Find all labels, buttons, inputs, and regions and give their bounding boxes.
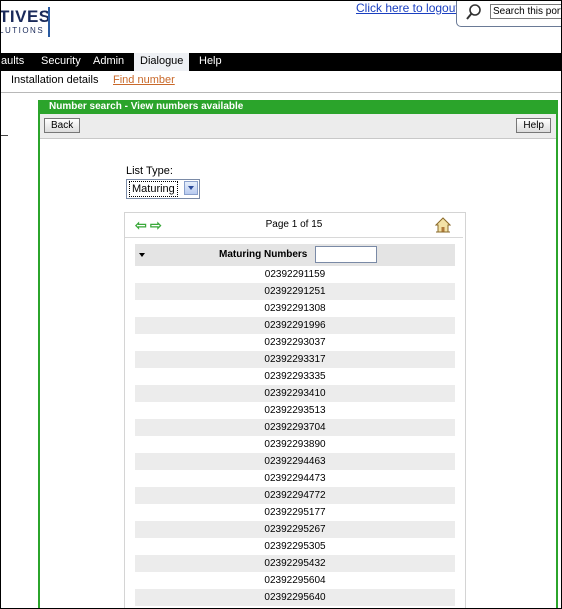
list-item[interactable]: 02392293335 [135, 368, 455, 385]
left-margin-mark [1, 135, 8, 136]
list-item[interactable]: 02392295177 [135, 504, 455, 521]
search-icon[interactable] [465, 3, 483, 21]
list-item[interactable]: 02392293410 [135, 385, 455, 402]
header: TIVES LUTIONS Click here to logout [1, 1, 561, 53]
list-item[interactable]: 02392295267 [135, 521, 455, 538]
logout-link[interactable]: Click here to logout [356, 1, 459, 15]
pager: ⇦ ⇨ Page 1 of 15 [125, 213, 463, 238]
list-item[interactable]: 02392293037 [135, 334, 455, 351]
list-item[interactable]: 02392293317 [135, 351, 455, 368]
brand-logo: TIVES [0, 7, 51, 26]
search-input[interactable] [490, 4, 561, 19]
sub-nav: Installation details Find number [1, 71, 561, 93]
number-list-box: ⇦ ⇨ Page 1 of 15 Maturing Numbers 023922… [124, 212, 466, 608]
panel-title: Number search - View numbers available [40, 100, 556, 114]
main-nav: aults Security Admin Dialogue Help [1, 53, 561, 71]
list-item[interactable]: 02392295604 [135, 572, 455, 589]
list-item[interactable]: 02392295640 [135, 589, 455, 606]
column-filter-input[interactable] [315, 246, 377, 263]
list-item[interactable]: 02392294463 [135, 453, 455, 470]
nav-item-dialogue[interactable]: Dialogue [134, 53, 190, 71]
list-item[interactable]: 02392293513 [135, 402, 455, 419]
subnav-installation-details[interactable]: Installation details [11, 74, 98, 86]
page-indicator: Page 1 of 15 [265, 219, 323, 230]
nav-item-admin[interactable]: Admin [93, 55, 124, 67]
list-item[interactable]: 02392294772 [135, 487, 455, 504]
search-box [456, 1, 561, 27]
logo-divider [48, 7, 50, 37]
subnav-divider [1, 92, 561, 93]
list-item[interactable]: 02392295432 [135, 555, 455, 572]
sort-toggle-icon[interactable] [139, 253, 145, 257]
list-item[interactable]: 02392291996 [135, 317, 455, 334]
list-type-label: List Type: [126, 165, 173, 177]
panel-toolbar: Back Help [40, 114, 556, 139]
column-header: Maturing Numbers [135, 244, 455, 266]
list-item[interactable]: 02392295305 [135, 538, 455, 555]
list-type-select[interactable]: Maturing [126, 179, 200, 199]
chevron-down-icon[interactable] [184, 181, 198, 195]
brand-tagline: LUTIONS [0, 26, 45, 35]
app-window: TIVES LUTIONS Click here to logout aults… [0, 0, 562, 609]
column-title[interactable]: Maturing Numbers [219, 249, 307, 260]
list-item[interactable]: 02392293704 [135, 419, 455, 436]
nav-item-defaults[interactable]: aults [1, 55, 24, 67]
number-search-panel: Number search - View numbers available B… [38, 100, 558, 608]
back-button[interactable]: Back [44, 118, 81, 133]
list-type-selected: Maturing [129, 181, 178, 197]
nav-item-security[interactable]: Security [41, 55, 81, 67]
list-item[interactable]: 02392291251 [135, 283, 455, 300]
list-item[interactable]: 02392291159 [135, 266, 455, 283]
home-icon[interactable] [435, 217, 451, 233]
number-list: 02392291159 02392291251 02392291308 0239229… [135, 266, 455, 606]
help-button[interactable]: Help [516, 118, 551, 133]
subnav-find-number[interactable]: Find number [113, 74, 175, 86]
list-item[interactable]: 02392291308 [135, 300, 455, 317]
nav-item-help[interactable]: Help [199, 55, 222, 67]
list-item[interactable]: 02392294473 [135, 470, 455, 487]
list-item[interactable]: 02392293890 [135, 436, 455, 453]
